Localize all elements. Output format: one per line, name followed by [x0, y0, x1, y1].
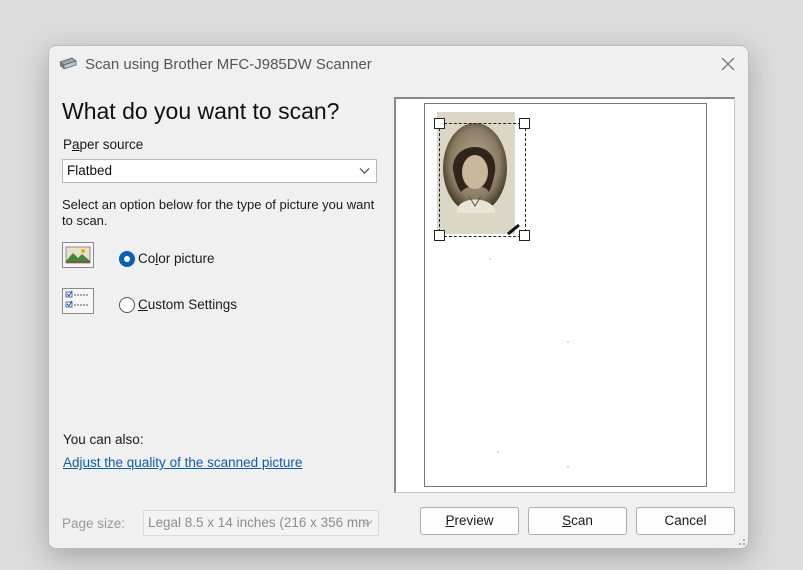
- color-picture-radio[interactable]: [119, 251, 135, 267]
- crop-handle-bottom-left[interactable]: [434, 230, 445, 241]
- dust-speck: [497, 451, 499, 453]
- window-title: Scan using Brother MFC-J985DW Scanner: [85, 56, 372, 73]
- page-title: What do you want to scan?: [62, 98, 340, 124]
- scan-button[interactable]: Scan: [528, 507, 627, 535]
- preview-button[interactable]: Preview: [420, 507, 519, 535]
- custom-settings-radio[interactable]: [119, 297, 135, 313]
- crop-handle-top-left[interactable]: [434, 118, 445, 129]
- page-size-label: Page size:: [62, 516, 126, 531]
- page-outline: [424, 103, 707, 487]
- resize-grip-icon[interactable]: [736, 536, 746, 546]
- also-label: You can also:: [63, 432, 144, 447]
- paper-source-label: Paper source: [63, 137, 144, 152]
- paper-source-dropdown[interactable]: Flatbed: [62, 159, 377, 183]
- paper-source-value: Flatbed: [67, 163, 113, 178]
- option-description: Select an option below for the type of p…: [62, 197, 375, 228]
- dust-speck: [489, 258, 491, 260]
- title-bar: Scan using Brother MFC-J985DW Scanner: [49, 46, 748, 82]
- page-size-value: Legal 8.5 x 14 inches (216 x 356 mm: [148, 515, 370, 530]
- scan-dialog: Scan using Brother MFC-J985DW Scanner Wh…: [48, 45, 749, 549]
- cancel-button[interactable]: Cancel: [636, 507, 735, 535]
- scanner-icon: [59, 57, 77, 70]
- crop-selection[interactable]: [439, 123, 526, 237]
- adjust-quality-link[interactable]: Adjust the quality of the scanned pictur…: [63, 455, 302, 470]
- resize-corner-icon: [507, 223, 520, 235]
- color-picture-icon: [62, 242, 94, 268]
- dust-speck: [567, 466, 569, 468]
- custom-settings-label[interactable]: Custom Settings: [138, 297, 237, 312]
- chevron-down-icon: [362, 520, 373, 526]
- preview-pane: [394, 97, 735, 493]
- page-size-dropdown[interactable]: Legal 8.5 x 14 inches (216 x 356 mm: [143, 510, 379, 536]
- crop-handle-top-right[interactable]: [519, 118, 530, 129]
- custom-settings-icon: [62, 288, 94, 314]
- dust-speck: [567, 341, 569, 343]
- close-icon[interactable]: [716, 52, 740, 76]
- color-picture-label[interactable]: Color picture: [138, 251, 215, 266]
- chevron-down-icon: [359, 168, 370, 174]
